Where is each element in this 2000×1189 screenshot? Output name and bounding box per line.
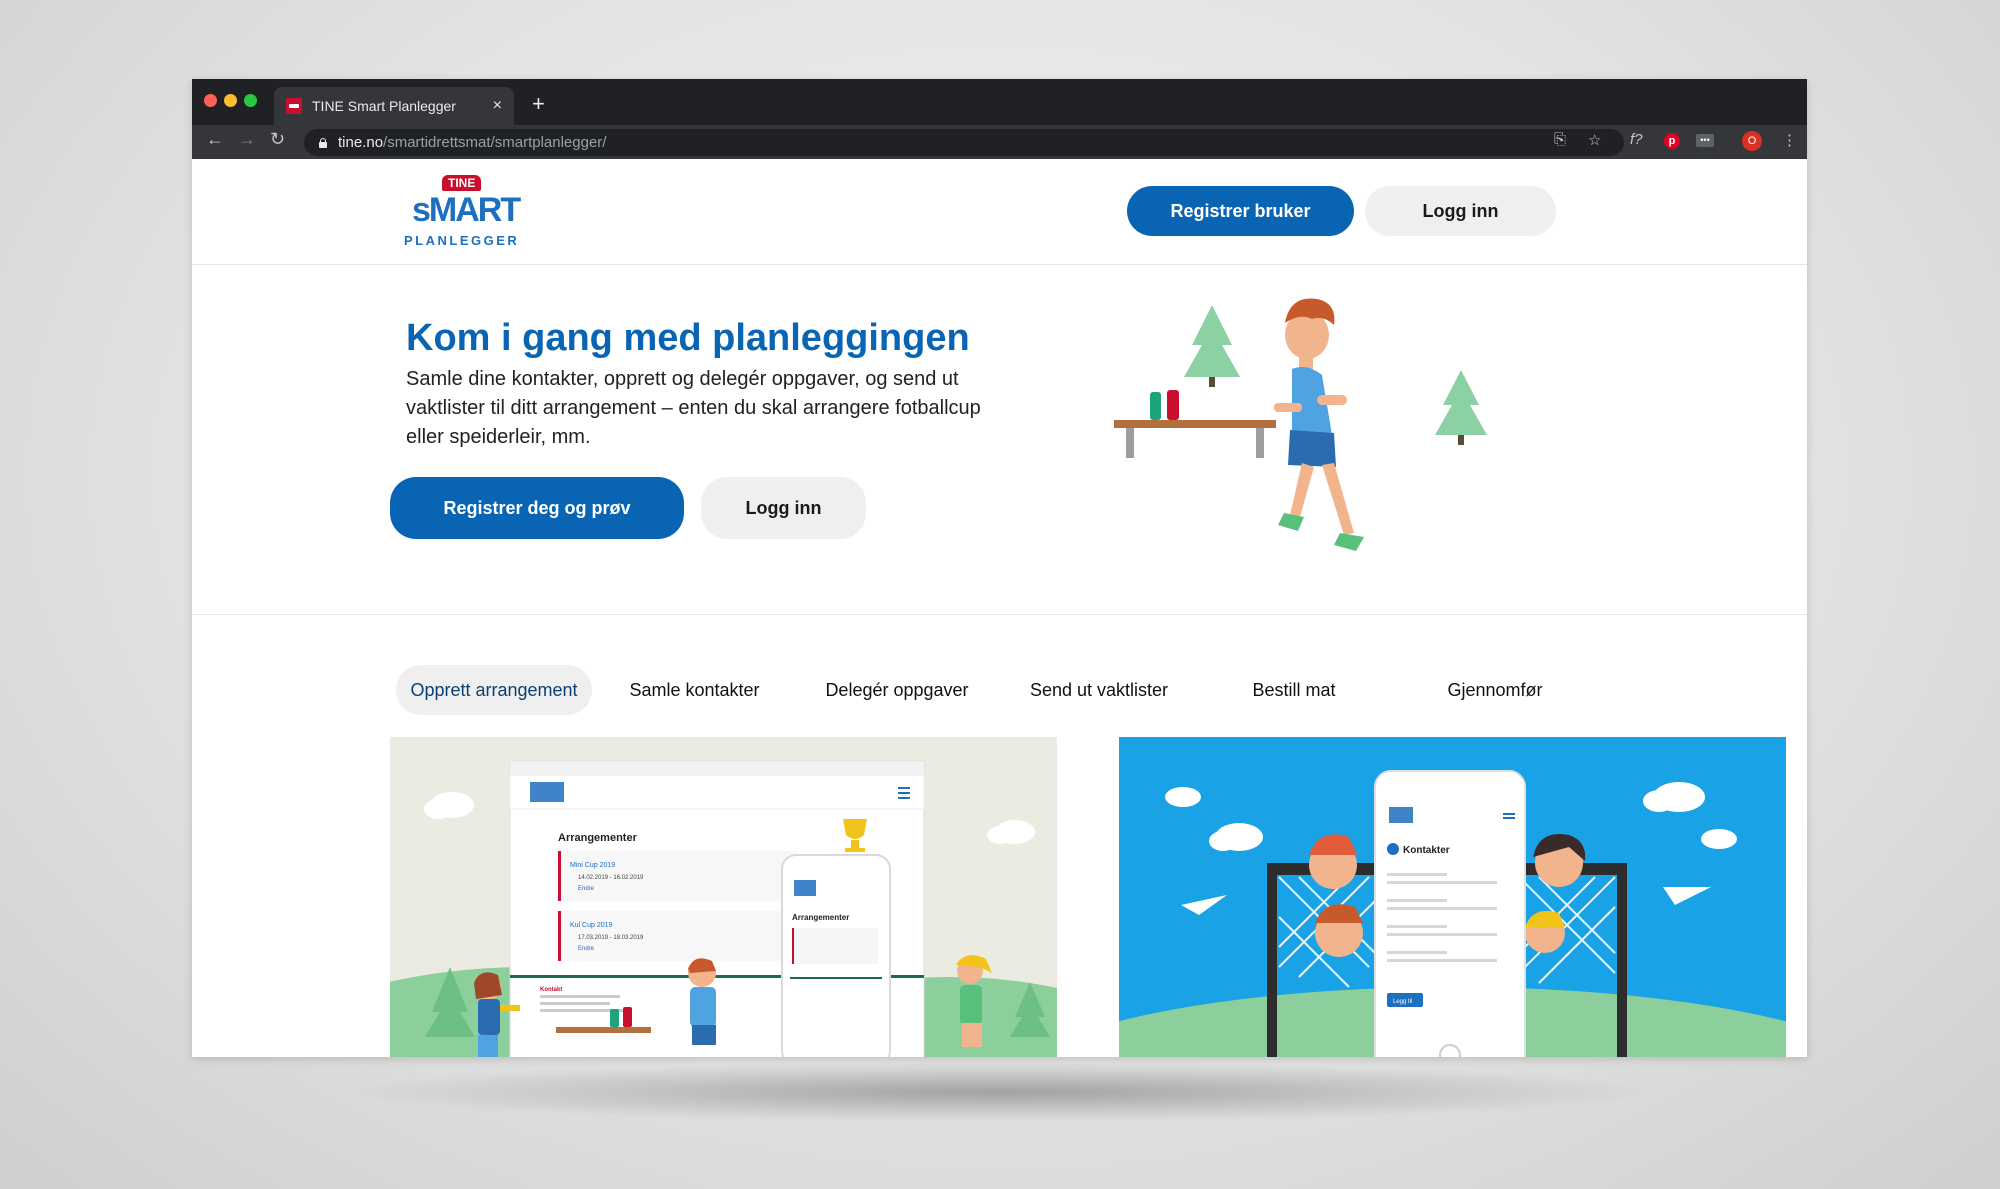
logo-title: sMART	[412, 191, 521, 229]
tab-send-vaktlister[interactable]: Send ut vaktlister	[1004, 665, 1194, 715]
hero-text: Samle dine kontakter, opprett og delegér…	[406, 368, 981, 448]
running-boy-icon	[1274, 298, 1364, 551]
register-try-button[interactable]: Registrer deg og prøv	[390, 477, 684, 539]
tab-delegere-oppgaver[interactable]: Delegér oppgaver	[802, 665, 992, 715]
add-contact-label: Legg til	[1393, 999, 1412, 1005]
profile-avatar[interactable]: O	[1742, 131, 1762, 151]
browser-window: TINE Smart Planlegger × + ← → ↻ tine.no /…	[192, 79, 1807, 1057]
tab-samle-kontakter[interactable]: Samle kontakter	[602, 665, 787, 715]
url-path: /smartidrettsmat/smartplanlegger/	[383, 134, 607, 151]
translate-icon[interactable]: ⎘	[1554, 131, 1566, 148]
lock-icon	[318, 137, 328, 148]
hero-login-button[interactable]: Logg inn	[701, 477, 866, 539]
smart-planlegger-logo[interactable]: TINE sMART PLANLEGGER	[404, 173, 524, 255]
logo-subtitle: PLANLEGGER	[404, 233, 520, 248]
event-name-1: Mini Cup 2019	[570, 862, 615, 869]
tab-title: TINE Smart Planlegger	[312, 98, 456, 114]
event-dates-2: 17.03.2019 - 18.03.2019	[578, 935, 644, 941]
back-icon[interactable]: ←	[206, 129, 224, 150]
tab-close-icon[interactable]: ×	[493, 97, 502, 115]
event-edit-1: Endre	[578, 886, 595, 892]
formula-extension-icon[interactable]: f?	[1630, 131, 1643, 148]
address-bar[interactable]: tine.no/smartidrettsmat/smartplanlegger/	[304, 129, 1624, 156]
svg-text:Arrangementer: Arrangementer	[792, 913, 849, 922]
event-edit-2: Endre	[578, 946, 595, 952]
contacts-heading: Kontakter	[1403, 845, 1450, 856]
tine-favicon-icon	[286, 98, 302, 114]
tab-gjennomfor[interactable]: Gjennomfør	[1410, 665, 1580, 715]
zoom-window-button[interactable]	[244, 94, 257, 107]
window-shadow	[360, 1062, 1640, 1122]
forward-icon[interactable]: →	[238, 129, 256, 150]
reload-icon[interactable]: ↻	[270, 129, 285, 150]
hero-section: Kom i gang med planleggingen Samle dine …	[192, 265, 1807, 615]
register-user-button[interactable]: Registrer bruker	[1127, 186, 1354, 236]
minimize-window-button[interactable]	[224, 94, 237, 107]
feature-card-kontakter: Kontakter Legg til	[1119, 737, 1786, 1057]
menu-icon[interactable]: ⋮	[1782, 131, 1797, 149]
tab-bestill-mat[interactable]: Bestill mat	[1209, 665, 1379, 715]
browser-toolbar: ← → ↻ tine.no/smartidrettsmat/smartplanl…	[192, 125, 1807, 159]
arrangement-illustration: Arrangementer Mini Cup 2019 14.02.2019 -…	[390, 760, 1057, 1057]
event-dates-1: 14.02.2019 - 16.02.2019	[578, 875, 644, 881]
tree-left-icon	[1184, 305, 1240, 387]
site-header: TINE sMART PLANLEGGER Registrer bruker L…	[192, 159, 1807, 265]
pinterest-extension-icon[interactable]: p	[1664, 133, 1680, 149]
tab-opprett-arrangement[interactable]: Opprett arrangement	[396, 665, 592, 715]
tree-right-icon	[1435, 370, 1487, 445]
logo-brand: TINE	[442, 175, 482, 191]
hero-title: Kom i gang med planleggingen	[406, 317, 970, 359]
close-window-button[interactable]	[204, 94, 217, 107]
feature-tabs: Opprett arrangement Samle kontakter Dele…	[192, 615, 1807, 735]
bookmark-star-icon[interactable]: ☆	[1588, 131, 1601, 149]
url-host: tine.no	[338, 134, 384, 151]
new-tab-icon[interactable]: +	[532, 91, 545, 117]
screen-heading: Arrangementer	[558, 832, 638, 844]
bench-icon	[1114, 390, 1276, 458]
extension-icon[interactable]: •••	[1696, 134, 1714, 147]
feature-card-arrangement: Arrangementer Mini Cup 2019 14.02.2019 -…	[390, 737, 1057, 1057]
browser-tab[interactable]: TINE Smart Planlegger ×	[274, 87, 514, 125]
event-name-2: Kul Cup 2019	[570, 922, 613, 929]
login-button[interactable]: Logg inn	[1365, 186, 1556, 236]
kontakter-illustration: Kontakter Legg til	[1119, 770, 1786, 1057]
contact-label: Kontakt	[540, 987, 562, 993]
hero-illustration	[1114, 298, 1487, 551]
browser-tabbar: TINE Smart Planlegger × +	[192, 79, 1807, 125]
page: TINE sMART PLANLEGGER Registrer bruker L…	[192, 159, 1807, 1057]
